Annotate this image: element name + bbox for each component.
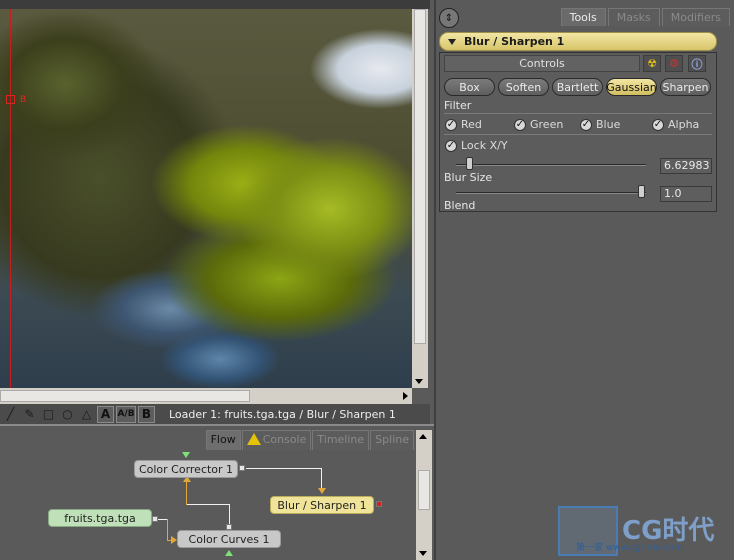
- tab-modifiers[interactable]: Modifiers: [661, 8, 730, 26]
- tab-console-label: Console: [262, 433, 307, 446]
- tab-controls[interactable]: Controls: [444, 55, 640, 72]
- check-icon: ✓: [514, 118, 526, 131]
- wire-cc-to-blur-h: [246, 468, 322, 469]
- a-channel-icon[interactable]: A: [97, 405, 114, 423]
- flow-pane: Flow Console Timeline Spline Color Corre…: [0, 424, 434, 560]
- viewer-status-text: Loader 1: fruits.tga.tga / Blur / Sharpe…: [169, 407, 396, 421]
- tab-spline[interactable]: Spline: [370, 430, 414, 450]
- watermark: CG时代 第一家 www.cgtimo.com: [558, 506, 734, 560]
- curves-mask-input-icon: [225, 550, 233, 556]
- scroll-down-arrow-icon[interactable]: [419, 551, 427, 556]
- blur-size-field[interactable]: 6.62983: [660, 158, 712, 174]
- tab-timeline[interactable]: Timeline: [312, 430, 370, 450]
- flow-tab-bar: Flow Console Timeline Spline: [205, 430, 414, 450]
- viewer-pane: B ╱ ✎ □ ○ △ A A/B B Loader 1: fruits.tga…: [0, 0, 430, 430]
- viewer-b-label: B: [20, 95, 27, 105]
- info-icon[interactable]: ⓘ: [688, 55, 706, 72]
- watermark-subtext: 第一家 www.cgtimo.com: [576, 543, 683, 553]
- viewer-top-strip: [0, 0, 430, 9]
- wire-loader-to-curves-v: [167, 519, 168, 541]
- node-color-corrector[interactable]: Color Corrector 1: [134, 460, 238, 478]
- blur-size-label: Blur Size: [444, 171, 493, 184]
- filter-sharpen-button[interactable]: Sharpen: [660, 78, 711, 96]
- viewer-vertical-scrollbar[interactable]: [412, 9, 428, 388]
- panel-scroll-icon[interactable]: ⇕: [439, 8, 459, 28]
- scroll-up-arrow-icon[interactable]: [419, 434, 427, 439]
- tab-tools[interactable]: Tools: [560, 8, 606, 26]
- b-channel-icon[interactable]: B: [138, 405, 155, 423]
- viewer-b-marker[interactable]: [6, 95, 15, 104]
- ellipse-icon[interactable]: ○: [59, 406, 76, 423]
- wire-curves-to-cc-v2: [186, 480, 187, 505]
- viewer-vscroll-thumb[interactable]: [414, 9, 426, 344]
- channel-blue-checkbox[interactable]: ✓ Blue: [580, 118, 620, 131]
- blur-output-connector[interactable]: [376, 501, 382, 507]
- viewer-image[interactable]: [0, 9, 412, 388]
- check-icon: ✓: [580, 118, 592, 131]
- check-icon: ✓: [445, 118, 457, 131]
- filter-bartlett-button[interactable]: Bartlett: [552, 78, 603, 96]
- check-icon: ✓: [652, 118, 664, 131]
- lock-xy-checkbox[interactable]: ✓ Lock X/Y: [445, 139, 508, 152]
- tab-masks[interactable]: Masks: [607, 8, 660, 26]
- blend-field[interactable]: 1.0: [660, 186, 712, 202]
- blur-size-slider-track[interactable]: [456, 164, 646, 166]
- viewer-toolbar: ╱ ✎ □ ○ △ A A/B B Loader 1: fruits.tga.t…: [0, 404, 430, 424]
- filter-soften-button[interactable]: Soften: [498, 78, 549, 96]
- controls-box: Controls ☢ ⚙ ⓘ Box Soften Bartlett Gauss…: [439, 52, 717, 212]
- channel-red-checkbox[interactable]: ✓ Red: [445, 118, 482, 131]
- cc-output-connector[interactable]: [239, 465, 245, 471]
- blend-label: Blend: [444, 199, 476, 212]
- channel-green-label: Green: [530, 118, 564, 131]
- warning-icon: [246, 433, 261, 445]
- node-color-curves[interactable]: Color Curves 1: [177, 530, 281, 548]
- viewer-hscroll-thumb[interactable]: [0, 390, 250, 402]
- rectangle-icon[interactable]: □: [40, 406, 57, 423]
- scroll-right-arrow-icon[interactable]: [403, 392, 408, 400]
- panel-tab-bar: Tools Masks Modifiers: [559, 8, 730, 26]
- wire-curves-to-cc-h: [186, 504, 230, 505]
- viewer-horizontal-scrollbar[interactable]: [0, 388, 412, 404]
- line-icon[interactable]: ╱: [2, 406, 19, 423]
- channel-red-label: Red: [461, 118, 482, 131]
- flow-vscroll-thumb[interactable]: [418, 470, 430, 510]
- tab-flow[interactable]: Flow: [205, 430, 241, 450]
- radioactive-icon[interactable]: ☢: [643, 55, 661, 72]
- viewer-region-guide[interactable]: [10, 9, 11, 388]
- blur-input-arrow-icon: [318, 488, 326, 494]
- blend-slider-track[interactable]: [456, 192, 646, 194]
- channel-blue-label: Blue: [596, 118, 621, 131]
- channel-green-checkbox[interactable]: ✓ Green: [514, 118, 563, 131]
- scroll-down-arrow-icon[interactable]: [415, 379, 423, 384]
- wire-cc-to-blur-v: [321, 468, 322, 490]
- filter-button-group: Box Soften Bartlett Gaussian Sharpen: [444, 78, 711, 96]
- channels-divider: [444, 134, 712, 135]
- filter-gaussian-button[interactable]: Gaussian: [606, 78, 657, 96]
- blur-size-slider-thumb[interactable]: [466, 157, 473, 170]
- flow-vertical-scrollbar[interactable]: [416, 430, 432, 560]
- tools-panel: ⇕ Tools Masks Modifiers Blur / Sharpen 1…: [434, 0, 734, 560]
- channel-alpha-checkbox[interactable]: ✓ Alpha: [652, 118, 699, 131]
- tab-console[interactable]: Console: [241, 430, 312, 450]
- wand-icon[interactable]: ✎: [21, 406, 38, 423]
- node-blur-sharpen[interactable]: Blur / Sharpen 1: [270, 496, 374, 514]
- lock-xy-label: Lock X/Y: [461, 139, 508, 152]
- collapse-triangle-icon[interactable]: [448, 38, 456, 45]
- tool-header-blur-sharpen[interactable]: Blur / Sharpen 1: [439, 32, 717, 51]
- node-loader[interactable]: fruits.tga.tga: [48, 509, 152, 527]
- cc-mask-input-icon: [182, 452, 190, 458]
- gear-icon[interactable]: ⚙: [665, 55, 683, 72]
- tool-header-title: Blur / Sharpen 1: [464, 35, 565, 48]
- filter-label: Filter: [444, 99, 472, 112]
- ab-compare-icon[interactable]: A/B: [116, 405, 136, 423]
- channel-alpha-label: Alpha: [668, 118, 700, 131]
- polygon-icon[interactable]: △: [78, 406, 95, 423]
- check-icon: ✓: [445, 139, 457, 152]
- filter-box-button[interactable]: Box: [444, 78, 495, 96]
- loader-output-connector[interactable]: [152, 516, 158, 522]
- blend-slider-thumb[interactable]: [638, 185, 645, 198]
- filter-divider: [444, 113, 712, 114]
